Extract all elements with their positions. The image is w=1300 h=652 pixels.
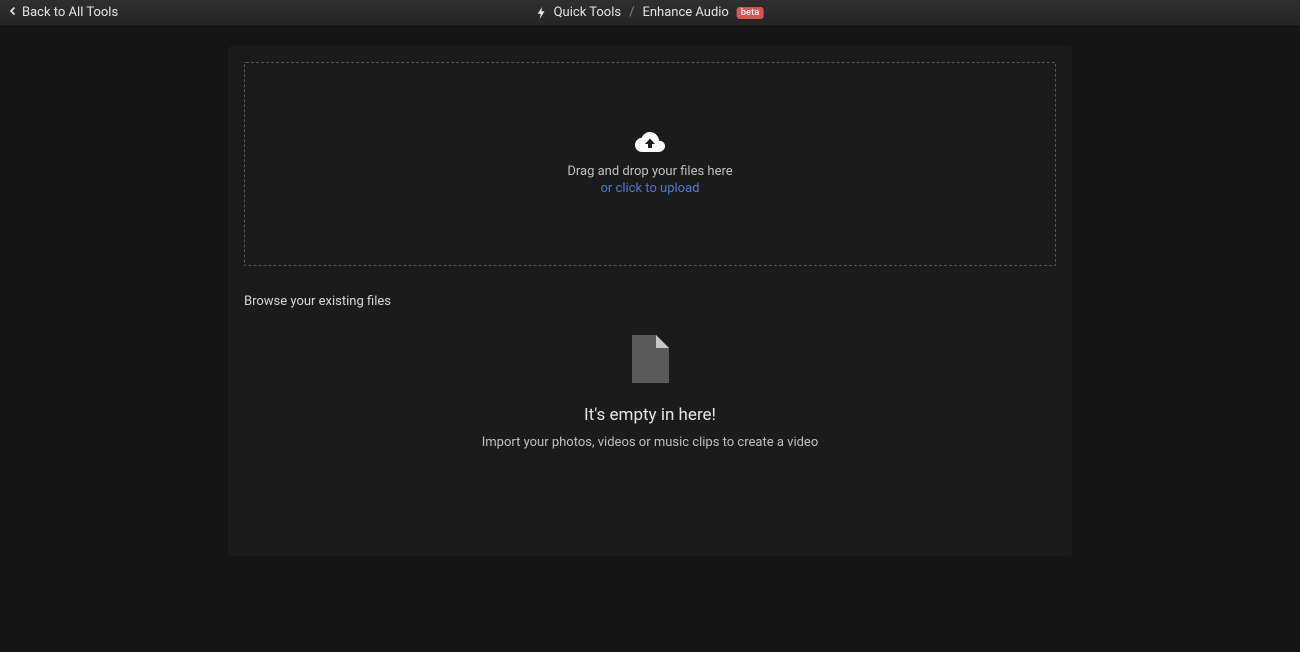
cloud-upload-icon (635, 132, 665, 158)
browse-section: Browse your existing files It's empty in… (244, 294, 1056, 540)
breadcrumb-separator: / (629, 5, 634, 20)
drop-text: Drag and drop your files here (567, 164, 732, 179)
file-drop-zone[interactable]: Drag and drop your files here or click t… (244, 62, 1056, 266)
click-to-upload-link[interactable]: or click to upload (601, 181, 700, 196)
bolt-icon (537, 7, 546, 19)
top-header: Back to All Tools Quick Tools / Enhance … (0, 0, 1300, 26)
file-icon (632, 335, 669, 387)
browse-title: Browse your existing files (244, 294, 1056, 309)
breadcrumb-quick-tools[interactable]: Quick Tools (554, 5, 621, 20)
breadcrumb-current: Enhance Audio (642, 5, 728, 20)
back-to-all-tools-link[interactable]: Back to All Tools (8, 5, 118, 20)
empty-state: It's empty in here! Import your photos, … (244, 329, 1056, 540)
empty-subtitle: Import your photos, videos or music clip… (482, 435, 819, 450)
content-panel: Drag and drop your files here or click t… (228, 46, 1072, 556)
main-container: Drag and drop your files here or click t… (0, 26, 1300, 576)
beta-badge: beta (737, 7, 764, 19)
empty-title: It's empty in here! (584, 405, 716, 425)
chevron-left-icon (8, 5, 18, 20)
breadcrumb: Quick Tools / Enhance Audio beta (537, 5, 764, 20)
back-label: Back to All Tools (22, 5, 118, 20)
